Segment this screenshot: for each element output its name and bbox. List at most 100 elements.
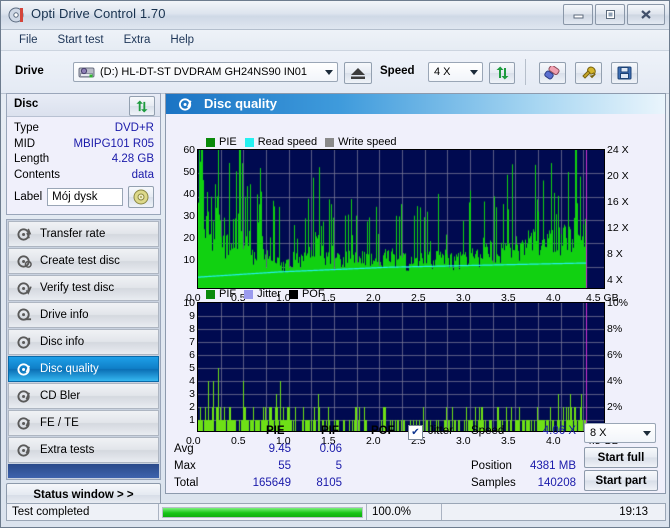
jitter-checkbox[interactable]: ✔ [408,425,423,440]
disc-row-value: MBIPG101 R05 [73,137,154,150]
sidebar-item-label: FE / TE [40,417,79,429]
start-part-button[interactable]: Start part [584,470,658,491]
pif-y2tick-4p: 4% [607,375,623,387]
test-speed-select[interactable]: 8 X [584,423,656,443]
pie-ytick-60: 60 [183,144,195,156]
disc-row-key: Contents [14,168,61,181]
refresh-button[interactable] [489,62,515,84]
disc-label-row: Label Mój dysk [14,186,154,208]
status-bar: Test completed 100.0% 19:13 [6,503,666,521]
pif-ytick-2: 2 [189,401,195,413]
nav-filler [8,464,159,478]
menu-item-file[interactable]: File [9,32,48,48]
eraser-icon [544,65,560,79]
panel-title: Disc quality [204,96,277,111]
legend-swatch-read-speed [244,137,254,147]
sidebar-item-verify-test-disc[interactable]: Verify test disc [8,275,159,301]
menu-bar: File Start test Extra Help [1,30,669,51]
menu-item-help[interactable]: Help [160,32,204,48]
tools-icon [581,65,596,79]
refresh-icon [136,99,148,113]
pie-ytick-30: 30 [183,210,195,222]
drive-select[interactable]: (D:) HL-DT-ST DVDRAM GH24NS90 IN01 [73,62,338,82]
app-window: Opti Drive Control 1.70 File Start test … [0,0,670,528]
disc-row-contents: Contents data [14,168,154,184]
disc-label-button[interactable] [128,186,154,208]
sidebar-item-label: Verify test disc [40,282,115,294]
disc-row-value: DVD+R [114,122,154,134]
menu-item-start-test[interactable]: Start test [48,32,114,48]
nav-list: Transfer rate Create test disc Verify te… [6,219,161,480]
sidebar-item-label: Disc quality [40,363,99,375]
disc-label-input[interactable]: Mój dysk [47,188,123,206]
status-window-label: Status window > > [33,489,134,501]
clock: 19:13 [619,506,648,518]
resize-grip[interactable] [653,504,665,516]
save-icon [617,66,632,80]
start-full-button[interactable]: Start full [584,447,658,468]
speed-stat-label: Speed [471,425,505,437]
pie-plot-area[interactable] [197,149,605,289]
pif-ytick-3: 3 [189,388,195,400]
chevron-down-icon [643,431,651,436]
sidebar-item-extra-tests[interactable]: Extra tests [8,437,159,463]
disc-row-key: Type [14,122,39,134]
window-controls [563,4,665,25]
pif-chart-legend: PIF Jitter POF [206,288,325,300]
cd-bler-icon [17,389,30,403]
window-title: Opti Drive Control 1.70 [31,6,166,21]
legend-swatch-pie [206,137,215,147]
stats-row-max-label: Max [174,460,196,472]
disc-refresh-button[interactable] [129,96,155,116]
drive-toolbar: Drive (D:) HL-DT-ST DVDRAM GH24NS90 IN01… [1,51,669,94]
sidebar-item-label: Extra tests [40,444,95,456]
legend-swatch-pif [206,289,215,299]
pif-plot-area[interactable] [197,302,605,432]
cd-icon [133,189,149,205]
eject-button[interactable] [344,62,372,84]
pie-y2tick-8x: 8 X [607,248,623,260]
sidebar-item-disc-info[interactable]: Disc info [8,329,159,355]
drive-value: (D:) HL-DT-ST DVDRAM GH24NS90 IN01 [100,66,308,78]
speed-value: 4 X [434,66,451,78]
main-panel: Disc quality PIE Read speed Write speed … [165,93,666,494]
pie-y2tick-20x: 20 X [607,170,629,182]
stats-max-pif: 5 [335,460,342,472]
legend-label-write-speed: Write speed [338,136,397,148]
test-speed-value: 8 X [590,427,607,439]
erase-button[interactable] [539,62,566,84]
drive-label: Drive [15,65,44,77]
pie-ytick-10: 10 [183,254,195,266]
speed-select[interactable]: 4 X [428,62,483,82]
stats-avg-pie: 9.45 [268,443,291,455]
close-button[interactable] [627,4,665,25]
speed-stat-value: 4.06 X [542,425,576,437]
minimize-button[interactable] [563,4,593,25]
sidebar-item-create-test-disc[interactable]: Create test disc [8,248,159,274]
sidebar: Disc Type DVD+R MID MBIPG101 R05 Length … [6,93,161,507]
pif-ytick-7: 7 [189,336,195,348]
sidebar-item-fe-te[interactable]: FE / TE [8,410,159,436]
sidebar-item-drive-info[interactable]: Drive info [8,302,159,328]
pif-ytick-4: 4 [189,375,195,387]
legend-label-jitter: Jitter [257,288,281,300]
sidebar-item-cd-bler[interactable]: CD Bler [8,383,159,409]
start-full-label: Start full [597,451,645,464]
start-part-label: Start part [595,474,647,487]
sidebar-item-transfer-rate[interactable]: Transfer rate [8,221,159,247]
maximize-button[interactable] [595,4,625,25]
disc-quality-icon [17,362,30,376]
pie-ytick-20: 20 [183,232,195,244]
menu-item-extra[interactable]: Extra [114,32,161,48]
tools-button[interactable] [575,62,602,84]
disc-row-mid: MID MBIPG101 R05 [14,137,154,153]
pif-y2tick-6p: 6% [607,349,623,361]
save-button[interactable] [611,62,638,84]
refresh-icon [496,66,508,80]
disc-info-icon [17,335,31,349]
legend-label-pie: PIE [219,136,237,148]
disc-row-type: Type DVD+R [14,121,154,137]
progress-bar [162,506,363,518]
sidebar-item-disc-quality[interactable]: Disc quality [8,356,159,382]
stats-max-pie: 55 [278,460,291,472]
